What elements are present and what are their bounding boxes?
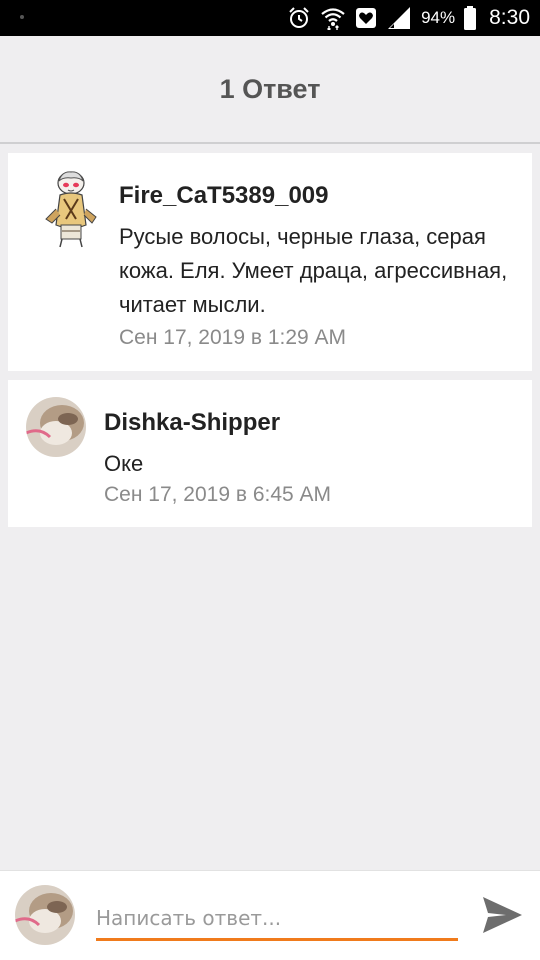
page-title: 1 Ответ [219,73,321,104]
comment-card[interactable]: Dishka-Shipper Оке Сен 17, 2019 в 6:45 A… [8,380,532,527]
comment-timestamp: Сен 17, 2019 в 1:29 AM [119,326,347,349]
comment-username[interactable]: Dishka-Shipper [104,409,280,437]
avatar[interactable] [26,397,86,457]
alarm-icon [289,7,309,28]
reply-composer [0,870,540,960]
comment-timestamp: Сен 17, 2019 в 6:45 AM [104,483,332,506]
avatar[interactable] [15,885,75,945]
battery-percentage: 94% [421,8,456,27]
signal-icon [388,7,411,29]
avatar[interactable] [42,169,100,249]
status-dot [20,15,24,19]
header: 1 Ответ [0,36,540,144]
wifi-icon [321,8,345,30]
status-bar: 94% 8:30 [0,0,540,36]
clock: 8:30 [489,6,530,29]
comment-message: Оке [104,451,144,476]
comment-card[interactable]: Fire_CaT5389_009 Русые волосы, черные гл… [8,153,532,371]
reply-input[interactable] [96,897,458,941]
comment-username[interactable]: Fire_CaT5389_009 [119,182,328,210]
send-icon[interactable] [480,893,524,937]
notification-icon [356,8,377,28]
comment-message: Русые волосы, черные глаза, серая кожа. … [119,224,508,317]
battery-icon [464,6,477,30]
status-icons: 94% 8:30 [287,0,530,36]
